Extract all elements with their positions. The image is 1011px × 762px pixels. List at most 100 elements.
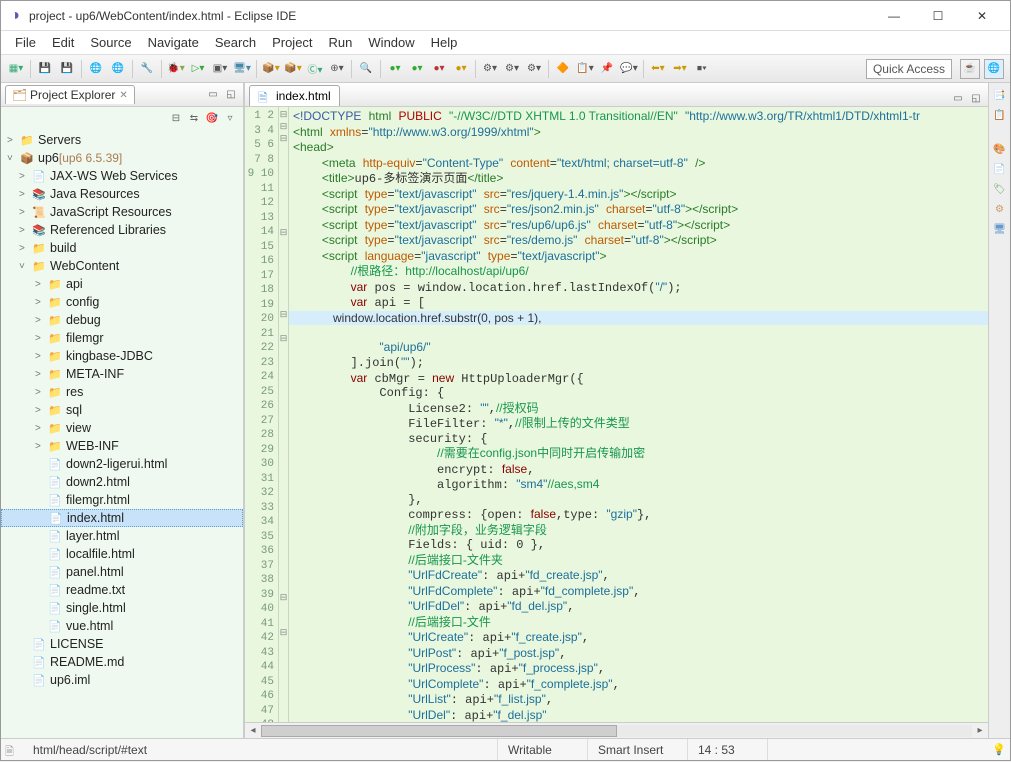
collapse-all-icon[interactable]: ⊟ xyxy=(168,110,184,126)
minimize-button[interactable]: — xyxy=(872,2,916,30)
new-pkg-icon[interactable]: 📦▾ xyxy=(284,60,302,78)
menu-project[interactable]: Project xyxy=(264,33,320,52)
tree-node-kingbase-jdbc[interactable]: >📁kingbase-JDBC xyxy=(1,347,243,365)
tree-node-jax-ws-web-services[interactable]: >📄JAX-WS Web Services xyxy=(1,167,243,185)
ext-run-icon[interactable]: ●▾ xyxy=(386,60,404,78)
project-tree[interactable]: >📁Servers˅📦up6 [up6 6.5.39]>📄JAX-WS Web … xyxy=(1,129,243,738)
save-all-icon[interactable]: 💾 xyxy=(58,60,76,78)
tree-node-down2-html[interactable]: 📄down2.html xyxy=(1,473,243,491)
servers-icon[interactable]: 🖥 xyxy=(992,221,1008,237)
view-menu-icon[interactable]: ▿ xyxy=(222,110,238,126)
debug-icon[interactable]: 🐞▾ xyxy=(167,60,185,78)
tree-node-readme-txt[interactable]: 📄readme.txt xyxy=(1,581,243,599)
tree-node-index-html[interactable]: 📄index.html xyxy=(1,509,243,527)
tree-node-servers[interactable]: >📁Servers xyxy=(1,131,243,149)
menu-edit[interactable]: Edit xyxy=(44,33,82,52)
tree-node-debug[interactable]: >📁debug xyxy=(1,311,243,329)
tree-node-readme-md[interactable]: 📄README.md xyxy=(1,653,243,671)
props-icon[interactable]: ⚙ xyxy=(992,201,1008,217)
tree-node-filemgr[interactable]: >📁filemgr xyxy=(1,329,243,347)
cfg1-icon[interactable]: ⚙▾ xyxy=(481,60,499,78)
server-icon[interactable]: 🖥▾ xyxy=(233,60,251,78)
tree-node-build[interactable]: >📁build xyxy=(1,239,243,257)
maximize-view-icon[interactable]: ◱ xyxy=(223,87,239,103)
close-button[interactable]: ✕ xyxy=(960,2,1004,30)
web2-icon[interactable]: 🌐 xyxy=(109,60,127,78)
menu-navigate[interactable]: Navigate xyxy=(140,33,207,52)
horizontal-scrollbar[interactable]: ◂ ▸ xyxy=(245,722,988,738)
mark-icon[interactable]: 📌 xyxy=(598,60,616,78)
tree-node-web-inf[interactable]: >📁WEB-INF xyxy=(1,437,243,455)
ext-cov-icon[interactable]: ●▾ xyxy=(452,60,470,78)
menu-search[interactable]: Search xyxy=(207,33,264,52)
minimize-view-icon[interactable]: ▭ xyxy=(205,87,221,103)
maximize-button[interactable]: ☐ xyxy=(916,2,960,30)
tree-node-sql[interactable]: >📁sql xyxy=(1,401,243,419)
tree-node-referenced-libraries[interactable]: >📚Referenced Libraries xyxy=(1,221,243,239)
focus-icon[interactable]: 🎯 xyxy=(204,110,220,126)
tree-node-meta-inf[interactable]: >📁META-INF xyxy=(1,365,243,383)
tree-node-view[interactable]: >📁view xyxy=(1,419,243,437)
quick-access[interactable]: Quick Access xyxy=(866,59,952,79)
profile-icon[interactable]: ▣▾ xyxy=(211,60,229,78)
menu-file[interactable]: File xyxy=(7,33,44,52)
palette-icon[interactable]: 🎨 xyxy=(992,141,1008,157)
fwd-icon[interactable]: ➡▾ xyxy=(671,60,689,78)
home-icon[interactable]: ⏹▾ xyxy=(693,60,711,78)
perspective-jee-icon[interactable]: 🌐 xyxy=(984,59,1004,79)
tree-node-up6-iml[interactable]: 📄up6.iml xyxy=(1,671,243,689)
menu-source[interactable]: Source xyxy=(82,33,139,52)
cfg2-icon[interactable]: ⚙▾ xyxy=(503,60,521,78)
perspective-java-icon[interactable]: ☕ xyxy=(960,59,980,79)
ann-icon[interactable]: 💬▾ xyxy=(620,60,638,78)
markers-icon[interactable]: 🏷 xyxy=(992,181,1008,197)
tree-node-webcontent[interactable]: ˅📁WebContent xyxy=(1,257,243,275)
scroll-left-icon[interactable]: ◂ xyxy=(245,725,261,736)
web-icon[interactable]: 🌐 xyxy=(87,60,105,78)
close-icon[interactable]: ✕ xyxy=(119,90,127,101)
snippets-icon[interactable]: 📄 xyxy=(992,161,1008,177)
editor-tab-index[interactable]: 🗎 index.html xyxy=(249,85,340,106)
tree-node-vue-html[interactable]: 📄vue.html xyxy=(1,617,243,635)
run-icon[interactable]: ▷▾ xyxy=(189,60,207,78)
fold-column[interactable]: ⊟⊟⊟⊟⊟⊟⊟⊟ xyxy=(279,107,289,722)
ext-run2-icon[interactable]: ●▾ xyxy=(408,60,426,78)
task-icon[interactable]: 📋▾ xyxy=(576,60,594,78)
task-list-icon[interactable]: 📋 xyxy=(992,107,1008,123)
tree-node-res[interactable]: >📁res xyxy=(1,383,243,401)
tree-node-java-resources[interactable]: >📚Java Resources xyxy=(1,185,243,203)
explorer-tab[interactable]: 🗂 Project Explorer ✕ xyxy=(5,85,135,104)
tree-node-config[interactable]: >📁config xyxy=(1,293,243,311)
outline-icon[interactable]: 📑 xyxy=(992,87,1008,103)
open-type2-icon[interactable]: 🔶 xyxy=(554,60,572,78)
tree-node-panel-html[interactable]: 📄panel.html xyxy=(1,563,243,581)
open-type-icon[interactable]: ⊕▾ xyxy=(328,60,346,78)
editor-minimize-icon[interactable]: ▭ xyxy=(950,90,966,106)
line-gutter[interactable]: 1 2 3 4 5 6 7 8 9 10 11 12 13 14 15 16 1… xyxy=(245,107,279,722)
ext-debug-icon[interactable]: ●▾ xyxy=(430,60,448,78)
save-icon[interactable]: 💾 xyxy=(36,60,54,78)
menu-help[interactable]: Help xyxy=(423,33,466,52)
tree-node-license[interactable]: 📄LICENSE xyxy=(1,635,243,653)
menu-window[interactable]: Window xyxy=(360,33,422,52)
tree-node-localfile-html[interactable]: 📄localfile.html xyxy=(1,545,243,563)
cfg3-icon[interactable]: ⚙▾ xyxy=(525,60,543,78)
tree-node-down2-ligerui-html[interactable]: 📄down2-ligerui.html xyxy=(1,455,243,473)
wrench-icon[interactable]: 🔧 xyxy=(138,60,156,78)
code-editor[interactable]: <!DOCTYPE html PUBLIC "-//W3C//DTD XHTML… xyxy=(289,107,988,722)
link-editor-icon[interactable]: ⇆ xyxy=(186,110,202,126)
new-class-icon[interactable]: Ⓒ▾ xyxy=(306,60,324,78)
tree-node-up6[interactable]: ˅📦up6 [up6 6.5.39] xyxy=(1,149,243,167)
scroll-right-icon[interactable]: ▸ xyxy=(972,725,988,736)
menu-run[interactable]: Run xyxy=(321,33,361,52)
tree-node-api[interactable]: >📁api xyxy=(1,275,243,293)
new-proj-icon[interactable]: 📦▾ xyxy=(262,60,280,78)
tree-node-javascript-resources[interactable]: >📜JavaScript Resources xyxy=(1,203,243,221)
editor-maximize-icon[interactable]: ◱ xyxy=(968,90,984,106)
tree-node-single-html[interactable]: 📄single.html xyxy=(1,599,243,617)
back-icon[interactable]: ⬅▾ xyxy=(649,60,667,78)
tree-node-filemgr-html[interactable]: 📄filemgr.html xyxy=(1,491,243,509)
new-icon[interactable]: ▦▾ xyxy=(7,60,25,78)
tree-node-layer-html[interactable]: 📄layer.html xyxy=(1,527,243,545)
search-icon[interactable]: 🔍 xyxy=(357,60,375,78)
